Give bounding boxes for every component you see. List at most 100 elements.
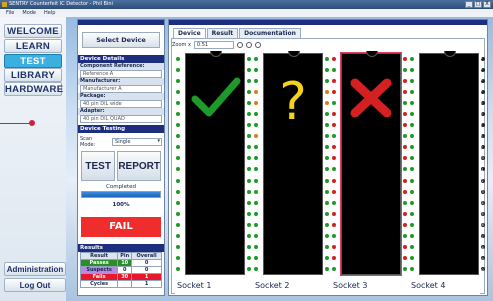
socket-pin bbox=[176, 134, 180, 139]
pin-number-column: 1 2 3 4 5 6 7 8 9 10 11 12 13 14 15 16 17 18 19 20 bbox=[478, 56, 485, 272]
component-reference-field[interactable]: Reference A bbox=[80, 70, 162, 78]
socket-pin bbox=[247, 156, 251, 161]
left-pin-column bbox=[410, 57, 415, 271]
socket-pin bbox=[325, 90, 329, 95]
zoom-out-icon[interactable] bbox=[245, 42, 252, 48]
results-pin-value: 30 bbox=[117, 273, 133, 281]
test-status: Completed bbox=[106, 184, 136, 190]
socket-pin bbox=[410, 145, 414, 150]
tab-device[interactable]: Device bbox=[173, 28, 206, 38]
socket-pin bbox=[410, 244, 414, 249]
sockets-area: Socket 1? Socket 2 Socket 3 1 2 3 4 5 6 7 8 9 10 11 12… bbox=[175, 51, 485, 295]
socket-pin bbox=[325, 189, 329, 194]
socket-1[interactable]: Socket 1 bbox=[175, 51, 252, 295]
right-pin-column bbox=[247, 57, 252, 271]
nav-learn-button[interactable]: LEARN bbox=[4, 39, 62, 53]
socket-pin bbox=[410, 189, 414, 194]
socket-pin bbox=[403, 101, 407, 106]
results-row-passes: Passes 10 0 bbox=[79, 259, 162, 267]
minimize-button[interactable]: _ bbox=[465, 1, 473, 8]
socket-pin bbox=[247, 68, 251, 73]
svg-text:?: ? bbox=[279, 73, 307, 123]
socket-pin bbox=[332, 68, 336, 73]
component-reference-label: Component Reference: bbox=[78, 63, 164, 70]
zoom-input[interactable]: 0.51 bbox=[193, 41, 234, 49]
socket-pin bbox=[254, 255, 258, 260]
socket-pin bbox=[176, 156, 180, 161]
main-panel: Device Result Documentation Zoom x 0.51 … bbox=[168, 19, 488, 296]
nav-library-button[interactable]: LIBRARY bbox=[4, 68, 62, 82]
socket-4[interactable]: 1 2 3 4 5 6 7 8 9 10 11 12 13 14 15 16 17 18 19 20 Socket 4 bbox=[409, 51, 485, 295]
socket-pin bbox=[403, 123, 407, 128]
socket-pin bbox=[403, 156, 407, 161]
socket-pin bbox=[403, 222, 407, 227]
manufacturer-field[interactable]: Manufacturer A bbox=[80, 85, 162, 93]
results-pin-value: 10 bbox=[117, 259, 133, 267]
socket-pin bbox=[176, 255, 180, 260]
socket-pin bbox=[332, 134, 336, 139]
socket-pin bbox=[254, 222, 258, 227]
scan-mode-label: Scan Mode: bbox=[80, 136, 96, 148]
results-row-label: Cycles bbox=[79, 280, 119, 288]
socket-pin bbox=[247, 266, 251, 271]
logout-button[interactable]: Log Out bbox=[4, 278, 66, 292]
menu-file[interactable]: File bbox=[6, 9, 14, 17]
package-label: Package: bbox=[78, 93, 164, 100]
socket-pin bbox=[176, 189, 180, 194]
progress-percent: 100% bbox=[112, 202, 130, 208]
report-button[interactable]: REPORT bbox=[117, 151, 161, 181]
device-testing-header: Device Testing bbox=[78, 125, 164, 133]
socket-pin bbox=[410, 79, 414, 84]
administration-button[interactable]: Administration bbox=[4, 262, 66, 276]
manufacturer-label: Manufacturer: bbox=[78, 78, 164, 85]
menu-mode[interactable]: Mode bbox=[22, 9, 36, 17]
nav-hardware-button[interactable]: HARDWARE bbox=[4, 82, 63, 96]
socket-label: Socket 2 bbox=[255, 281, 290, 290]
socket-pin bbox=[325, 266, 329, 271]
socket-pin bbox=[410, 101, 414, 106]
pin-number: 4 bbox=[480, 89, 483, 94]
scan-mode-select[interactable]: Single bbox=[112, 138, 162, 146]
socket-pin bbox=[247, 167, 251, 172]
results-overall-value: 0 bbox=[131, 266, 162, 274]
results-pin-value bbox=[117, 280, 133, 288]
window-titlebar: SENTRY Counterfeit IC Detector - Phil Bi… bbox=[0, 0, 493, 9]
socket-pin bbox=[403, 255, 407, 260]
adapter-field[interactable]: 40 pin DIL QUAD bbox=[80, 115, 162, 123]
zoom-in-icon[interactable] bbox=[236, 42, 243, 48]
socket-pin bbox=[176, 101, 180, 106]
socket-pin bbox=[332, 255, 336, 260]
socket-pin bbox=[247, 222, 251, 227]
socket-pin bbox=[247, 90, 251, 95]
socket-3[interactable]: Socket 3 bbox=[331, 51, 407, 295]
menu-help[interactable]: Help bbox=[44, 9, 55, 17]
socket-2[interactable]: ? Socket 2 bbox=[253, 51, 329, 295]
socket-pin bbox=[403, 178, 407, 183]
socket-pin bbox=[410, 211, 414, 216]
package-field[interactable]: 40 pin DIL wide bbox=[80, 100, 162, 108]
socket-pin bbox=[410, 57, 414, 61]
nav-test-button[interactable]: TEST bbox=[4, 54, 62, 68]
socket-pin bbox=[254, 189, 258, 194]
pin-number: 18 bbox=[479, 245, 484, 250]
left-pin-column bbox=[254, 57, 259, 271]
socket-pin bbox=[325, 101, 329, 106]
socket-pin bbox=[254, 123, 258, 128]
select-device-button[interactable]: Select Device bbox=[82, 32, 160, 48]
zoom-fit-icon[interactable] bbox=[254, 42, 261, 48]
test-button[interactable]: TEST bbox=[81, 151, 116, 181]
tab-result[interactable]: Result bbox=[206, 28, 239, 38]
close-button[interactable]: X bbox=[483, 1, 491, 8]
maximize-button[interactable]: □ bbox=[474, 1, 482, 8]
socket-pin bbox=[254, 134, 258, 139]
zoom-toolbar: Zoom x 0.51 bbox=[172, 41, 261, 49]
socket-pin bbox=[325, 200, 329, 205]
pass-check-icon bbox=[191, 77, 241, 117]
left-pin-column bbox=[332, 57, 337, 271]
nav-welcome-button[interactable]: WELCOME bbox=[4, 24, 62, 38]
results-col-result: Result bbox=[79, 252, 119, 260]
socket-pin bbox=[410, 178, 414, 183]
socket-pin bbox=[410, 255, 414, 260]
tab-documentation[interactable]: Documentation bbox=[239, 28, 301, 38]
socket-pin bbox=[332, 90, 336, 95]
